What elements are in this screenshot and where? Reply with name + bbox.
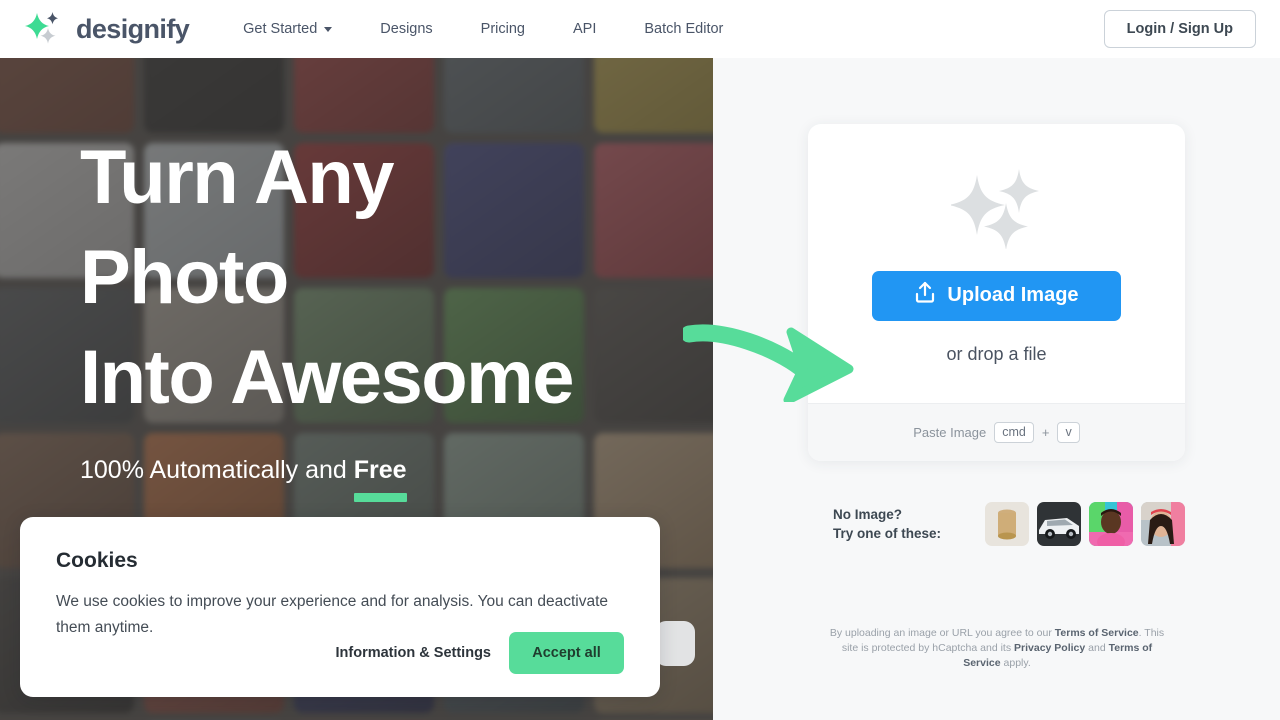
key-v: v xyxy=(1057,422,1080,443)
login-signup-button[interactable]: Login / Sign Up xyxy=(1103,10,1256,48)
sample-thumb-woman[interactable] xyxy=(1141,502,1186,546)
designify-landing-page: designify Get Started Designs Pricing AP… xyxy=(0,0,1280,720)
accept-all-button[interactable]: Accept all xyxy=(509,632,624,674)
headline-line-3: Into Awesome xyxy=(80,335,575,420)
samples-label-line-1: No Image? xyxy=(833,507,903,522)
logo-text: designify xyxy=(76,13,190,44)
nav-label: Batch Editor xyxy=(644,21,724,37)
nav-label: Designs xyxy=(380,21,433,37)
logo[interactable]: designify xyxy=(24,11,190,47)
sample-thumb-can[interactable] xyxy=(985,502,1030,546)
sample-thumbnails xyxy=(985,502,1186,546)
samples-label-line-2: Try one of these: xyxy=(833,526,942,541)
upload-icon xyxy=(914,281,936,310)
sample-images-label: No Image? Try one of these: xyxy=(833,505,941,543)
nav-item-designs[interactable]: Designs xyxy=(380,21,432,37)
nav-label: Get Started xyxy=(243,21,318,37)
nav-item-get-started[interactable]: Get Started xyxy=(243,21,333,37)
sub-highlight-text: Free xyxy=(353,456,407,484)
cookie-consent-dialog: Cookies We use cookies to improve your e… xyxy=(20,517,660,697)
legal-disclaimer: By uploading an image or URL you agree t… xyxy=(823,626,1171,671)
nav-item-batch-editor[interactable]: Batch Editor xyxy=(644,21,723,37)
cookie-dialog-actions: Information & Settings Accept all xyxy=(336,632,624,674)
upload-button-label: Upload Image xyxy=(947,284,1079,306)
key-cmd: cmd xyxy=(994,422,1034,443)
key-plus: + xyxy=(1041,425,1050,440)
site-header: designify Get Started Designs Pricing AP… xyxy=(0,0,1280,58)
main-nav: Get Started Designs Pricing API Batch Ed… xyxy=(243,21,723,37)
paste-image-hint: Paste Image cmd + v xyxy=(808,403,1185,461)
paste-image-label: Paste Image xyxy=(913,425,987,440)
nav-item-pricing[interactable]: Pricing xyxy=(481,21,525,37)
sub-prefix: 100% Automatically and xyxy=(80,456,354,484)
nav-label: API xyxy=(573,21,597,37)
sample-images-section: No Image? Try one of these: xyxy=(833,502,1186,546)
sample-thumb-man[interactable] xyxy=(1089,502,1134,546)
sparkles-icon xyxy=(948,163,1043,250)
designify-diamond-logo xyxy=(24,11,64,47)
sub-highlight: Free xyxy=(353,456,407,502)
curved-arrow-right-icon xyxy=(680,322,858,407)
sample-thumb-car[interactable] xyxy=(1037,502,1082,546)
upload-image-button[interactable]: Upload Image xyxy=(872,270,1121,321)
headline-line-1: Turn Any xyxy=(80,135,395,220)
information-settings-button[interactable]: Information & Settings xyxy=(336,645,491,661)
drop-file-text: or drop a file xyxy=(946,343,1047,364)
nav-label: Pricing xyxy=(480,21,525,37)
cookie-dialog-title: Cookies xyxy=(56,549,138,572)
terms-of-service-link-1[interactable]: Terms of Service xyxy=(1055,627,1139,639)
upload-card-body: Upload Image or drop a file xyxy=(808,124,1185,403)
legal-part-1: By uploading an image or URL you agree t… xyxy=(829,627,1055,639)
partial-hidden-pill xyxy=(655,621,695,666)
nav-item-api[interactable]: API xyxy=(573,21,596,37)
legal-part-4: apply. xyxy=(1000,657,1031,669)
highlight-underline xyxy=(353,493,407,502)
hero-subheadline: 100% Automatically and Free xyxy=(80,456,573,502)
upload-card[interactable]: Upload Image or drop a file Paste Image … xyxy=(808,124,1185,461)
privacy-policy-link[interactable]: Privacy Policy xyxy=(1014,642,1085,654)
legal-part-3: and xyxy=(1085,642,1109,654)
chevron-down-icon xyxy=(324,26,333,32)
hero-copy: Turn Any Photo Into Awesome 100% Automat… xyxy=(80,128,575,502)
headline-line-2: Photo xyxy=(80,235,289,320)
